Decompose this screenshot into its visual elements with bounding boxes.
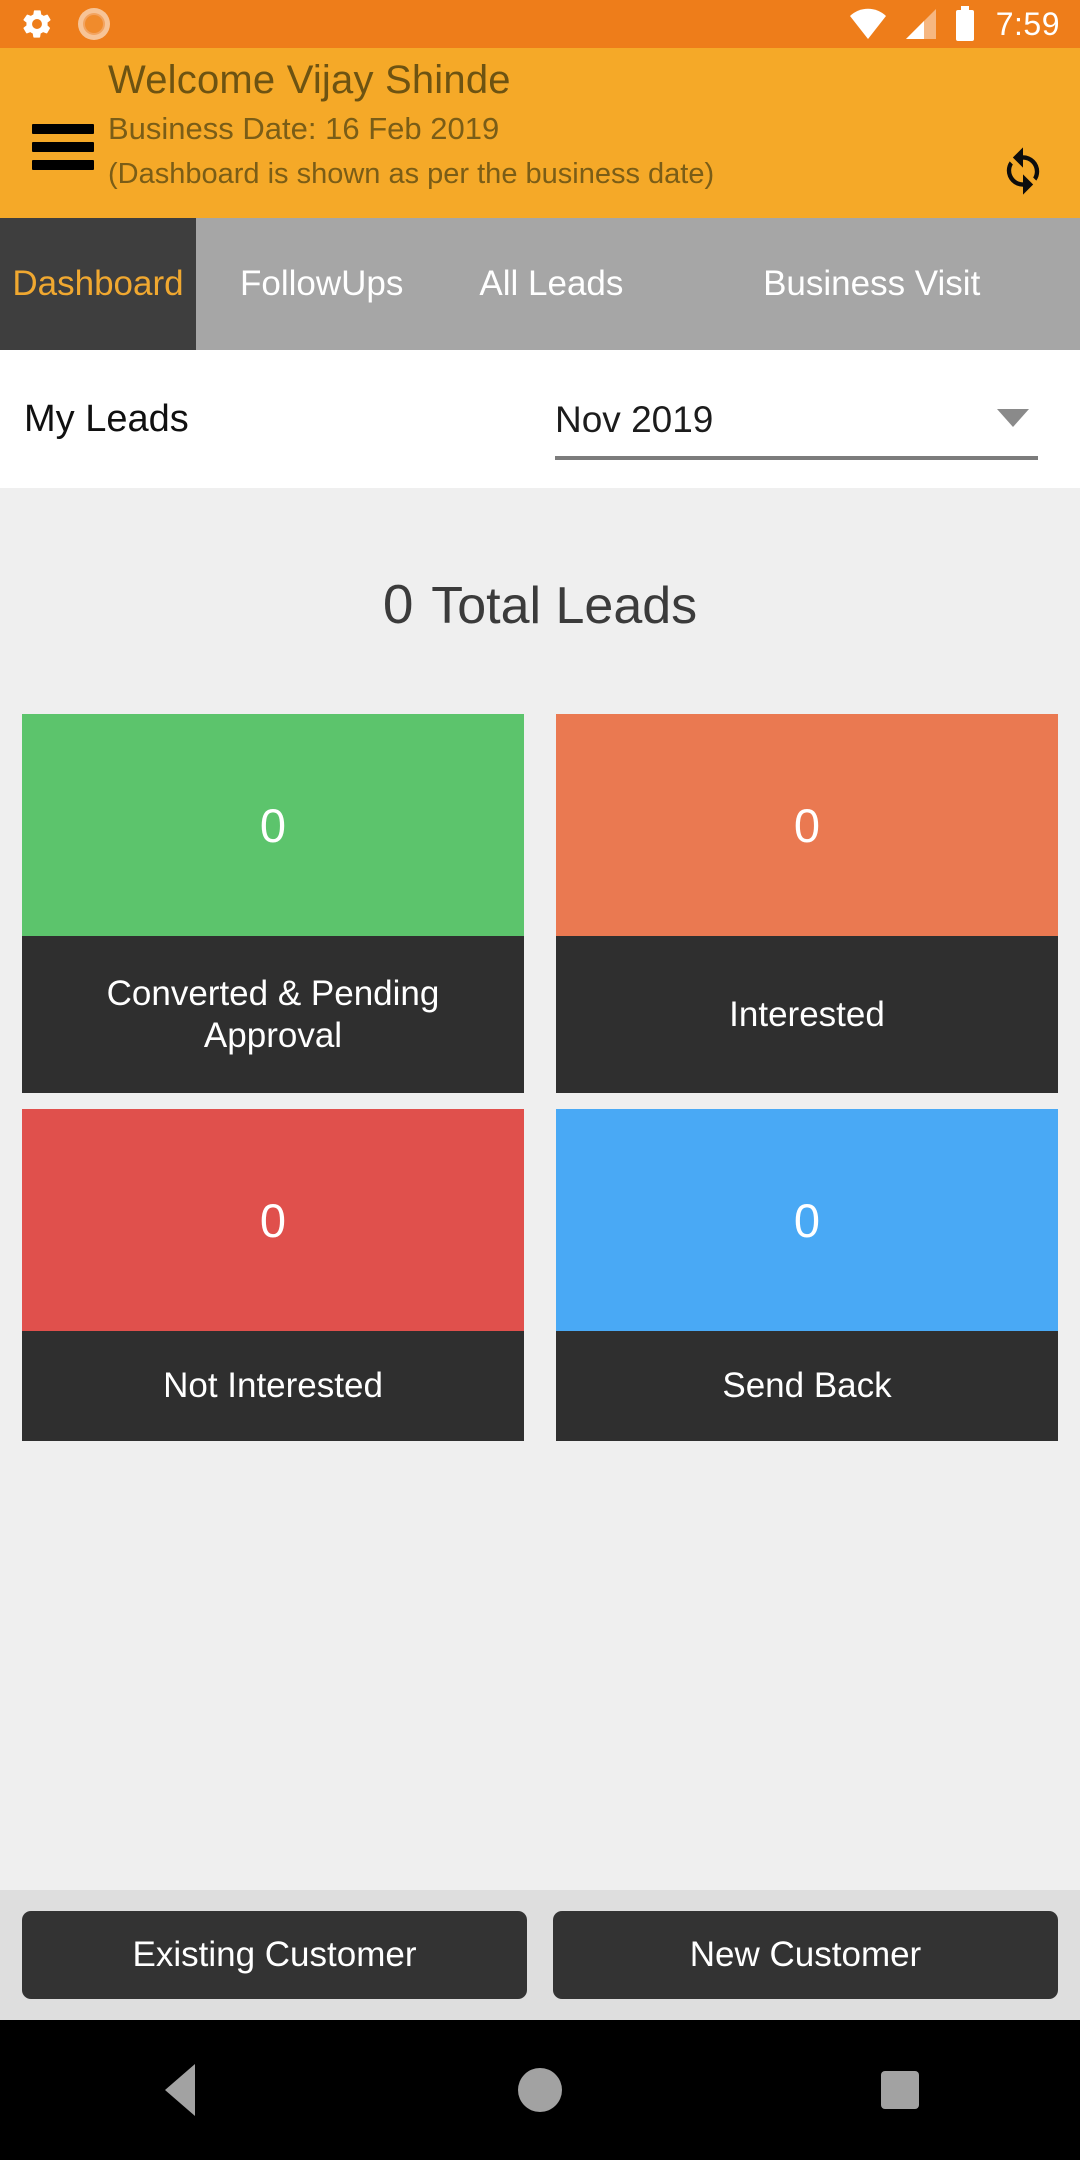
sun-icon — [76, 6, 112, 42]
status-bar-left-icons — [20, 6, 112, 42]
app-header: Welcome Vijay Shinde Business Date: 16 F… — [0, 48, 1080, 218]
dashboard-content: 0 Total Leads 0 Converted & Pending Appr… — [0, 488, 1080, 1890]
welcome-title: Welcome Vijay Shinde — [108, 58, 511, 102]
business-date-hint: (Dashboard is shown as per the business … — [108, 157, 715, 190]
header-text-block: Welcome Vijay Shinde Business Date: 16 F… — [0, 54, 1080, 192]
tab-followups[interactable]: FollowUps — [196, 218, 447, 350]
tab-business-visit[interactable]: Business Visit — [655, 218, 1080, 350]
status-bar-right-icons: 7:59 — [848, 6, 1060, 43]
business-date-label: Business Date: 16 Feb 2019 — [108, 111, 500, 146]
cell-signal-icon — [902, 7, 940, 41]
card-label: Interested — [556, 936, 1058, 1093]
card-value: 0 — [22, 1109, 524, 1331]
tab-all-leads[interactable]: All Leads — [447, 218, 655, 350]
android-nav-bar — [0, 2020, 1080, 2160]
gear-icon — [20, 7, 54, 41]
card-label: Converted & Pending Approval — [22, 936, 524, 1093]
battery-icon — [954, 6, 976, 42]
chevron-down-icon — [996, 407, 1030, 434]
home-icon[interactable] — [480, 2045, 600, 2135]
my-leads-label: My Leads — [24, 397, 189, 440]
card-label: Not Interested — [22, 1331, 524, 1441]
card-label: Send Back — [556, 1331, 1058, 1441]
total-leads-row: 0 Total Leads — [0, 488, 1080, 636]
existing-customer-button[interactable]: Existing Customer — [22, 1911, 527, 1999]
status-bar-clock: 7:59 — [995, 5, 1060, 42]
card-interested[interactable]: 0 Interested — [556, 714, 1058, 1093]
recents-icon[interactable] — [840, 2045, 960, 2135]
card-value: 0 — [556, 1109, 1058, 1331]
filter-bar: My Leads Nov 2019 — [0, 350, 1080, 488]
hamburger-menu-icon[interactable] — [32, 124, 94, 170]
card-value: 0 — [22, 714, 524, 936]
status-bar: 7:59 — [0, 0, 1080, 48]
wifi-icon — [848, 7, 888, 41]
tab-dashboard[interactable]: Dashboard — [0, 218, 196, 350]
period-dropdown-value: Nov 2019 — [555, 399, 714, 440]
period-dropdown[interactable]: Nov 2019 — [555, 384, 1038, 460]
card-converted-pending-approval[interactable]: 0 Converted & Pending Approval — [22, 714, 524, 1093]
app-screen: 7:59 Welcome Vijay Shinde Business Date:… — [0, 0, 1080, 2160]
hamburger-bar — [32, 142, 94, 152]
card-value: 0 — [556, 714, 1058, 936]
card-send-back[interactable]: 0 Send Back — [556, 1109, 1058, 1441]
total-leads-count: 0 — [382, 573, 414, 635]
total-leads-label: Total Leads — [431, 577, 698, 635]
hamburger-bar — [32, 160, 94, 170]
card-not-interested[interactable]: 0 Not Interested — [22, 1109, 524, 1441]
back-icon[interactable] — [120, 2045, 240, 2135]
bottom-action-bar: Existing Customer New Customer — [0, 1890, 1080, 2020]
tab-bar: Dashboard FollowUps All Leads Business V… — [0, 218, 1080, 350]
hamburger-bar — [32, 124, 94, 134]
new-customer-button[interactable]: New Customer — [553, 1911, 1058, 1999]
refresh-icon[interactable] — [988, 136, 1058, 206]
status-card-grid: 0 Converted & Pending Approval 0 Interes… — [0, 714, 1080, 1441]
